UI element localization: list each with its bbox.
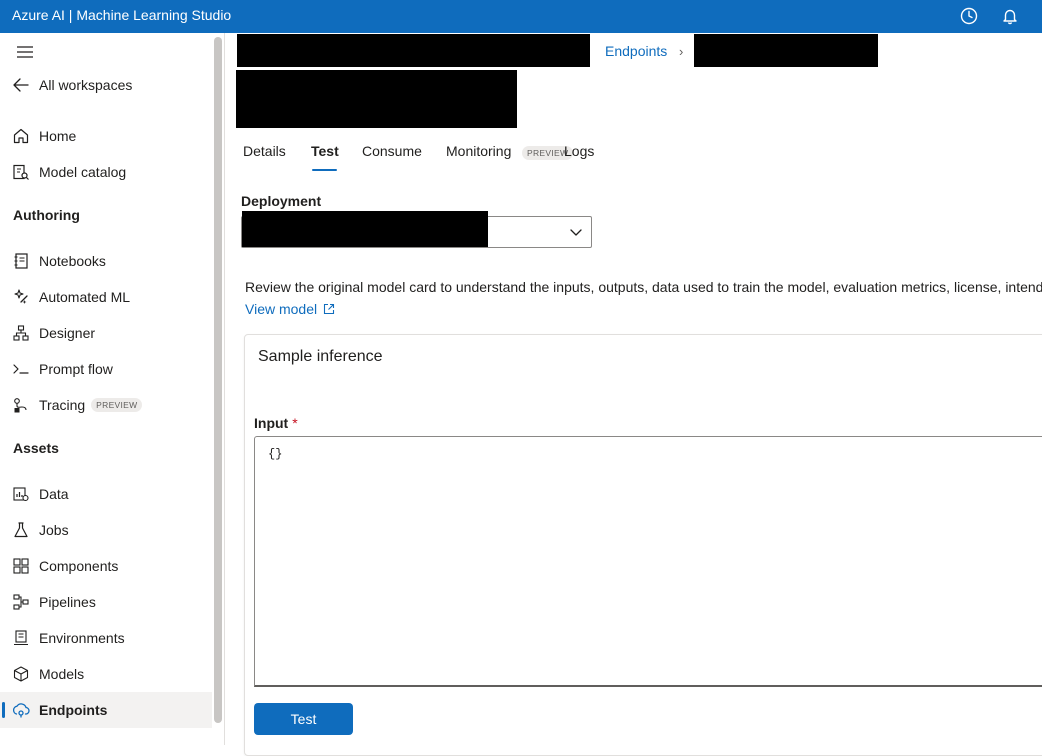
breadcrumb-separator: › [679,44,684,59]
tab-monitoring[interactable]: Monitoring [446,143,511,159]
nav-label: Designer [39,325,96,341]
tab-details[interactable]: Details [243,143,286,159]
model-card-description: Review the original model card to unders… [245,279,1042,295]
deployment-label: Deployment [241,193,322,209]
designer-icon [12,324,30,342]
nav-label: Jobs [39,522,69,538]
nav-label: Automated ML [39,289,131,305]
sidebar-item-environments[interactable]: Environments [0,620,212,656]
nav-label: Home [39,128,77,144]
test-button[interactable]: Test [254,703,353,735]
sample-inference-title: Sample inference [258,348,383,365]
data-icon [12,485,30,503]
main-content: Endpoints › Details Test Consume Monitor… [225,33,1042,756]
required-asterisk: * [292,415,298,431]
tracing-icon [12,396,30,414]
tab-consume[interactable]: Consume [362,143,422,159]
nav-label: Prompt flow [39,361,113,377]
nav-label: Notebooks [39,253,106,269]
pipelines-icon [12,593,30,611]
sample-inference-card: Sample inference Input * {} Test [244,334,1042,756]
sidebar-item-endpoints[interactable]: Endpoints [0,692,212,728]
automl-icon [12,288,30,306]
bell-icon[interactable] [999,5,1021,27]
breadcrumb-endpoints[interactable]: Endpoints [605,43,667,59]
tab-test[interactable]: Test [311,143,339,159]
redacted-block [694,34,878,67]
sidebar-item-automated-ml[interactable]: Automated ML [0,279,212,315]
sidebar-item-components[interactable]: Components [0,548,212,584]
redacted-deployment-value [242,211,488,247]
nav-label: Tracing [39,397,86,413]
section-authoring: Authoring [13,207,80,223]
input-textarea[interactable]: {} [254,436,1042,687]
arrow-left-icon [12,76,30,94]
hamburger-menu-icon[interactable] [16,45,34,59]
home-icon [12,127,30,145]
input-label: Input * [254,415,298,431]
clock-icon[interactable] [958,5,980,27]
chevron-down-icon [569,225,583,239]
nav-label: Models [39,666,85,682]
environments-icon [12,629,30,647]
jobs-icon [12,521,30,539]
app-title: Azure AI | Machine Learning Studio [12,7,232,23]
external-link-icon [323,303,335,315]
nav-label: Data [39,486,69,502]
notebook-icon [12,252,30,270]
preview-badge: PREVIEW [91,398,143,412]
sidebar-item-model-catalog[interactable]: Model catalog [0,154,212,190]
tab-active-indicator [312,169,337,171]
view-model-label: View model [245,301,318,317]
nav-label: Model catalog [39,164,127,180]
sidebar-item-models[interactable]: Models [0,656,212,692]
all-workspaces-link[interactable]: All workspaces [0,67,212,103]
nav-label: All workspaces [39,77,133,93]
sidebar: All workspaces Home Model catalog Author… [0,33,212,745]
sidebar-scrollbar[interactable] [212,33,225,745]
sidebar-item-designer[interactable]: Designer [0,315,212,351]
tab-logs[interactable]: Logs [564,143,594,159]
view-model-link[interactable]: View model [245,301,335,317]
redacted-title [236,70,517,128]
endpoints-icon [12,701,30,719]
section-assets: Assets [13,440,59,456]
input-label-text: Input [254,415,289,431]
nav-label: Components [39,558,119,574]
sidebar-item-jobs[interactable]: Jobs [0,512,212,548]
top-bar: Azure AI | Machine Learning Studio [0,0,1042,33]
components-icon [12,557,30,575]
sidebar-item-notebooks[interactable]: Notebooks [0,243,212,279]
scrollbar-thumb[interactable] [214,37,222,723]
sidebar-item-pipelines[interactable]: Pipelines [0,584,212,620]
model-catalog-icon [12,163,30,181]
nav-label: Endpoints [39,702,108,718]
redacted-block [237,34,590,67]
sidebar-item-data[interactable]: Data [0,476,212,512]
models-icon [12,665,30,683]
nav-label: Environments [39,630,125,646]
sidebar-item-home[interactable]: Home [0,118,212,154]
sidebar-item-tracing[interactable]: Tracing PREVIEW [0,387,212,423]
sidebar-item-prompt-flow[interactable]: Prompt flow [0,351,212,387]
prompt-flow-icon [12,360,30,378]
nav-label: Pipelines [39,594,96,610]
